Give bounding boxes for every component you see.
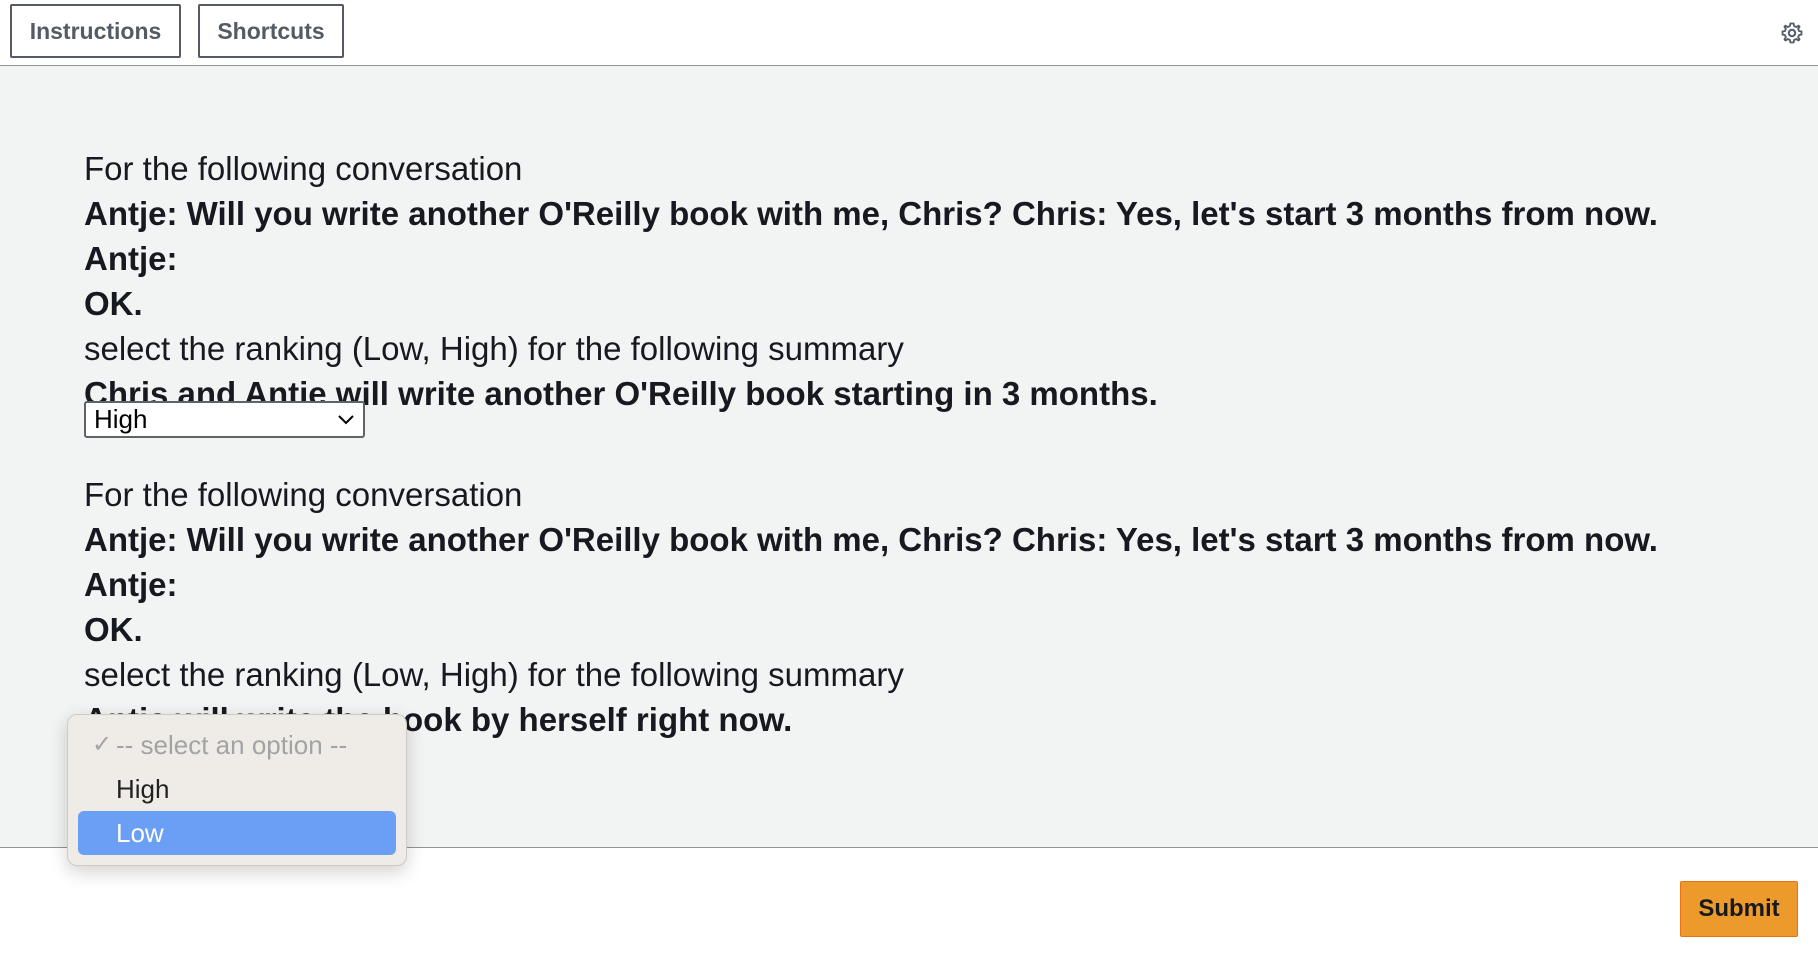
conversation-text: Antje: Will you write another O'Reilly b… [84,195,1658,277]
top-toolbar: Instructions Shortcuts [0,0,1818,66]
checkmark-icon: ✓ [92,731,113,758]
dropdown-option-high[interactable]: High [78,767,396,811]
question-block-2: For the following conversation Antje: Wi… [84,472,1724,742]
conversation-text: Antje: Will you write another O'Reilly b… [84,521,1658,603]
dropdown-option-placeholder: ✓ -- select an option -- [78,723,396,767]
instruction-text: select the ranking (Low, High) for the f… [84,656,904,693]
shortcuts-button[interactable]: Shortcuts [198,4,344,58]
gear-icon[interactable] [1780,21,1804,45]
ranking-select-1[interactable]: High [84,401,365,438]
chevron-down-icon [338,415,354,425]
conversation-text-continued: OK. [84,611,143,648]
dropdown-option-low[interactable]: Low [78,811,396,855]
placeholder-label: -- select an option -- [116,730,348,760]
instruction-text: select the ranking (Low, High) for the f… [84,330,904,367]
conversation-text-continued: OK. [84,285,143,322]
prompt-text: For the following conversation [84,476,523,513]
submit-button[interactable]: Submit [1680,881,1798,937]
ranking-dropdown-menu: ✓ -- select an option -- High Low [67,714,407,866]
ranking-select-value: High [94,404,148,434]
instructions-button[interactable]: Instructions [10,4,181,58]
question-block-1: For the following conversation Antje: Wi… [84,146,1724,416]
prompt-text: For the following conversation [84,150,523,187]
